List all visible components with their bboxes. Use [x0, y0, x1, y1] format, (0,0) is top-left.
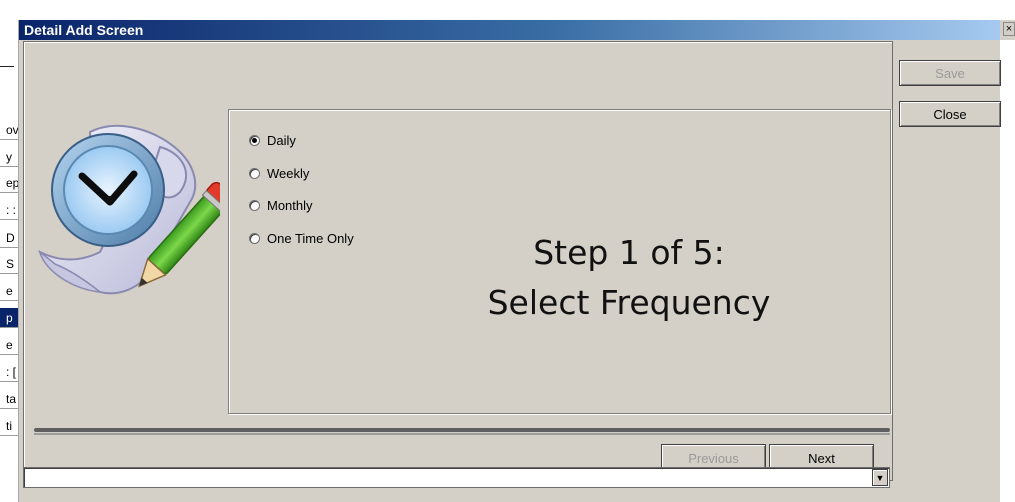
title-bar-right-area: [1000, 40, 1015, 502]
background-text: p: [0, 308, 18, 328]
background-text: : [: [0, 362, 18, 382]
background-text: ta: [0, 389, 18, 409]
step-title: Select Frequency: [487, 283, 771, 322]
step-count: Step 1 of 5:: [533, 233, 725, 272]
radio-button-weekly[interactable]: [249, 168, 260, 179]
close-icon[interactable]: ×: [1003, 22, 1015, 36]
save-button[interactable]: Save: [899, 60, 1001, 86]
background-text: D: [0, 228, 18, 248]
separator-shadow: [34, 433, 890, 435]
close-button[interactable]: Close: [899, 101, 1001, 127]
options-panel: Daily Weekly Monthly One Time Only Step …: [228, 109, 891, 414]
title-bar[interactable]: Detail Add Screen: [19, 20, 1000, 40]
background-text: e: [0, 281, 18, 301]
radio-label: One Time Only: [267, 231, 354, 246]
radio-button-one-time[interactable]: [249, 233, 260, 244]
status-combo-box[interactable]: ▼: [23, 467, 890, 488]
clock-scroll-pencil-icon: [38, 124, 220, 295]
background-text: y: [0, 147, 18, 167]
radio-option-weekly[interactable]: Weekly: [249, 166, 309, 181]
radio-option-monthly[interactable]: Monthly: [249, 198, 313, 213]
background-text: : :: [0, 200, 18, 220]
radio-label: Daily: [267, 133, 296, 148]
wizard-frame: Daily Weekly Monthly One Time Only Step …: [23, 41, 893, 481]
radio-button-daily[interactable]: [249, 135, 260, 146]
background-text: e: [0, 335, 18, 355]
background-text: S: [0, 254, 18, 274]
chevron-down-icon[interactable]: ▼: [872, 469, 888, 486]
detail-add-window: Detail Add Screen × Daily Weekly Monthly…: [18, 20, 1015, 502]
window-title: Detail Add Screen: [24, 22, 144, 38]
radio-label: Weekly: [267, 166, 310, 181]
radio-label: Monthly: [267, 198, 313, 213]
separator: [34, 428, 890, 432]
background-text: ti: [0, 416, 18, 436]
radio-option-daily[interactable]: Daily: [249, 133, 296, 148]
step-instruction: Step 1 of 5: Select Frequency: [429, 228, 829, 328]
background-text: ep: [0, 173, 18, 193]
background-line: [0, 66, 14, 67]
background-text: ov: [0, 120, 18, 140]
radio-option-one-time[interactable]: One Time Only: [249, 231, 354, 246]
radio-button-monthly[interactable]: [249, 200, 260, 211]
